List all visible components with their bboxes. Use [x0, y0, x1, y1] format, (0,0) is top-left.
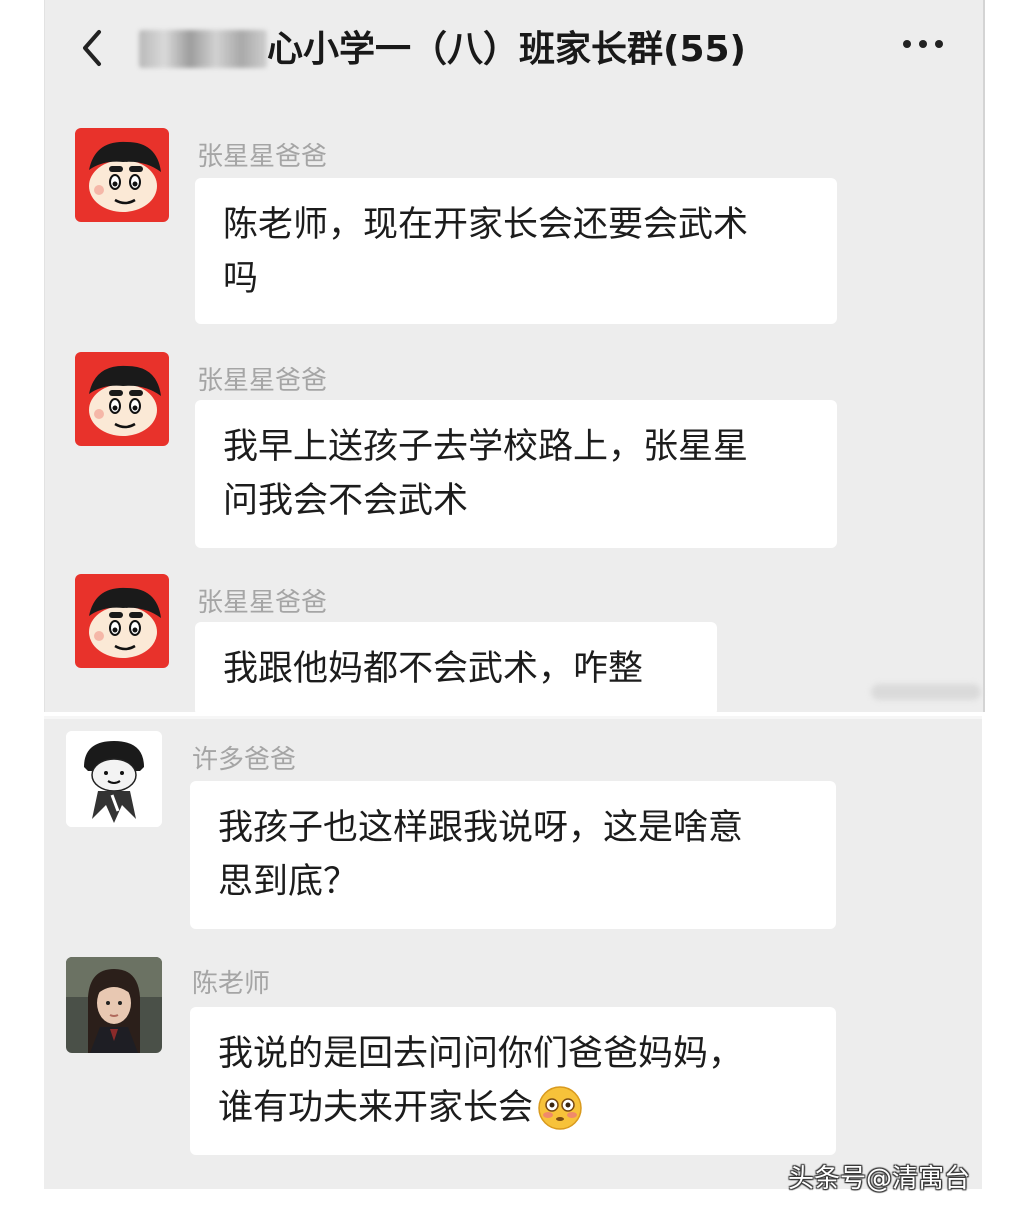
more-dots-icon[interactable] — [903, 40, 943, 48]
message-line: 陈老师，现在开家长会还要会武术 — [223, 205, 749, 245]
message-bubble[interactable]: 我早上送孩子去学校路上，张星星 问我会不会武术 — [195, 400, 837, 548]
avatar-shinchan[interactable] — [75, 574, 169, 668]
message-line: 谁有功夫来开家长会 — [218, 1088, 534, 1128]
watermark: 头条号@清寓台 — [788, 1164, 971, 1194]
message-line: 我早上送孩子去学校路上，张星星 — [223, 427, 749, 467]
sender-name: 张星星爸爸 — [197, 142, 328, 172]
message-line: 我说的是回去问问你们爸爸妈妈， — [218, 1034, 744, 1074]
sender-name: 张星星爸爸 — [197, 588, 328, 618]
flushed-face-emoji-icon — [538, 1086, 582, 1130]
message-bubble[interactable]: 陈老师，现在开家长会还要会武术 吗 — [195, 178, 837, 324]
message-line: 问我会不会武术 — [223, 481, 469, 521]
sender-name: 张星星爸爸 — [197, 366, 328, 396]
avatar-teacher-photo[interactable] — [66, 957, 162, 1053]
blurred-scrollbar — [871, 684, 981, 700]
avatar-mushroom-head[interactable] — [66, 731, 162, 827]
message-line: 我跟他妈都不会武术，咋整 — [223, 649, 644, 689]
message-line: 吗 — [223, 259, 259, 299]
blurred-title-prefix — [139, 30, 267, 68]
avatar-shinchan[interactable] — [75, 352, 169, 446]
chat-title: 心小学一（八）班家长群(55) — [267, 29, 747, 70]
sender-name: 陈老师 — [192, 969, 271, 999]
message-line-with-emoji: 谁有功夫来开家长会 — [218, 1081, 808, 1135]
chat-screenshot-bottom: 许多爸爸 我孩子也这样跟我说呀，这是啥意 思到底？ 陈老师 我说的是回去问问你们… — [44, 716, 982, 1189]
message-bubble[interactable]: 我跟他妈都不会武术，咋整 — [195, 622, 717, 716]
message-line: 思到底？ — [218, 862, 359, 902]
message-line: 我孩子也这样跟我说呀，这是啥意 — [218, 808, 744, 848]
message-bubble[interactable]: 我孩子也这样跟我说呀，这是啥意 思到底？ — [190, 781, 836, 929]
sender-name: 许多爸爸 — [192, 745, 297, 775]
chat-screenshot-top: 心小学一（八）班家长群(55) 张星星爸爸 陈老师，现在开家长会还要会武术 吗 — [44, 0, 985, 716]
chat-header: 心小学一（八）班家长群(55) — [45, 0, 983, 100]
back-chevron-icon[interactable] — [75, 28, 109, 68]
avatar-shinchan[interactable] — [75, 128, 169, 222]
message-bubble[interactable]: 我说的是回去问问你们爸爸妈妈， 谁有功夫来开家长会 — [190, 1007, 836, 1155]
